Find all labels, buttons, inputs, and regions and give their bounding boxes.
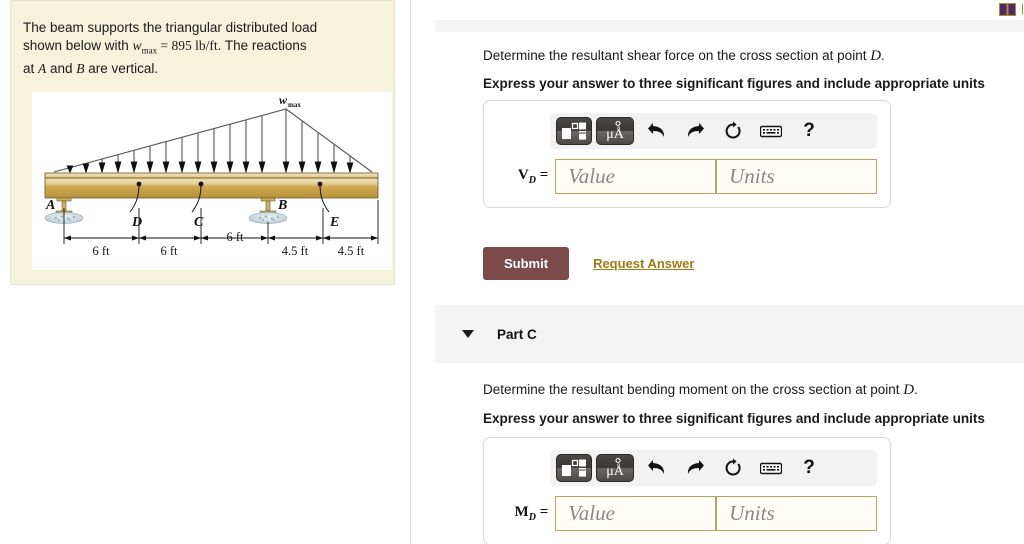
part-b-field-row: VD = Value Units bbox=[497, 159, 877, 194]
dimension-labels: 6 ft 6 ft 6 ft 4.5 ft 4.5 ft bbox=[92, 230, 364, 258]
part-b-answer-box: μÅ ? VD = Value Units bbox=[483, 100, 891, 208]
undo-glyph bbox=[648, 460, 665, 474]
problem-line-3-mid: and bbox=[46, 60, 77, 76]
part-c-label: Part C bbox=[497, 326, 537, 342]
part-b-field-label: VD = bbox=[517, 167, 549, 186]
part-b-request-answer-link[interactable]: Request Answer bbox=[593, 256, 694, 271]
svg-text:μÅ: μÅ bbox=[606, 126, 625, 142]
part-c-answer-box: μÅ ? MD = Value Units bbox=[483, 437, 891, 544]
problem-line-3-suffix: are vertical. bbox=[84, 60, 159, 76]
reset-circular-arrow-icon[interactable] bbox=[714, 117, 752, 145]
label-e: E bbox=[329, 215, 339, 230]
part-b-actions: Submit Request Answer bbox=[483, 247, 694, 280]
chevron-down-icon[interactable] bbox=[462, 330, 474, 338]
dim-label-4: 4.5 ft bbox=[338, 244, 365, 258]
equals-sign: = bbox=[157, 38, 172, 53]
keyboard-icon[interactable] bbox=[752, 454, 790, 482]
units-micro-angstrom-icon[interactable]: μÅ bbox=[596, 454, 634, 482]
keyboard-icon[interactable] bbox=[752, 117, 790, 145]
keyboard-glyph bbox=[760, 462, 782, 475]
problem-line-1: The beam supports the triangular distrib… bbox=[23, 20, 318, 35]
math-template-icon[interactable] bbox=[556, 117, 592, 145]
beam-diagram-svg: w max A B D C E 6 ft 6 ft 6 ft 4.5 ft 4.… bbox=[44, 93, 379, 258]
part-b-value-input[interactable]: Value bbox=[555, 159, 717, 194]
part-c-instruction: Express your answer to three significant… bbox=[483, 411, 985, 426]
part-c-prompt: Determine the resultant bending moment o… bbox=[483, 382, 918, 399]
topbar-controls: | bbox=[999, 2, 1024, 16]
math-template-icon[interactable] bbox=[556, 454, 592, 482]
dim-label-1: 6 ft bbox=[160, 244, 178, 258]
wmax-value: 895 lb/ft bbox=[171, 38, 218, 53]
beam-body bbox=[44, 172, 379, 199]
redo-glyph bbox=[687, 460, 704, 474]
help-icon[interactable]: ? bbox=[790, 454, 828, 482]
reset-glyph bbox=[725, 121, 741, 139]
part-c-toolbar: μÅ ? bbox=[550, 450, 877, 486]
problem-line-2-suffix: . The reactions bbox=[217, 38, 307, 53]
part-c-header[interactable]: Part C bbox=[435, 305, 1024, 363]
support-b: B bbox=[248, 197, 287, 224]
point-b-ref: B bbox=[76, 60, 85, 76]
help-icon[interactable]: ? bbox=[790, 117, 828, 145]
part-c-value-input[interactable]: Value bbox=[555, 496, 717, 531]
redo-arrow-icon[interactable] bbox=[676, 117, 714, 145]
part-b-prompt-var: D bbox=[870, 48, 882, 64]
part-c-prompt-text: Determine the resultant bending moment o… bbox=[483, 382, 904, 397]
template-glyph bbox=[562, 122, 586, 140]
book-icon[interactable] bbox=[999, 2, 1017, 16]
part-b-toolbar: μÅ ? bbox=[550, 113, 877, 149]
part-b-header[interactable] bbox=[435, 20, 1024, 32]
part-c-units-input[interactable]: Units bbox=[716, 496, 877, 531]
question-panel: | Determine the resultant shear force on… bbox=[411, 0, 1024, 544]
svg-text:w: w bbox=[279, 93, 288, 107]
dim-label-0: 6 ft bbox=[92, 244, 110, 258]
reset-circular-arrow-icon[interactable] bbox=[714, 454, 752, 482]
label-b: B bbox=[277, 198, 287, 213]
label-c: C bbox=[194, 215, 204, 230]
problem-line-3-prefix: at bbox=[23, 60, 39, 76]
undo-arrow-icon[interactable] bbox=[638, 454, 676, 482]
reset-glyph bbox=[725, 458, 741, 476]
units-glyph: μÅ bbox=[606, 457, 625, 479]
svg-text:max: max bbox=[288, 101, 301, 109]
distributed-load bbox=[53, 108, 373, 174]
part-b-prompt-end: . bbox=[881, 48, 885, 63]
part-c-field-row: MD = Value Units bbox=[497, 496, 877, 531]
part-b-units-input[interactable]: Units bbox=[716, 159, 877, 194]
units-micro-angstrom-icon[interactable]: μÅ bbox=[596, 117, 634, 145]
redo-arrow-icon[interactable] bbox=[676, 454, 714, 482]
part-b-prompt-text: Determine the resultant shear force on t… bbox=[483, 48, 871, 63]
dim-label-3: 4.5 ft bbox=[282, 244, 309, 258]
part-c-field-label: MD = bbox=[514, 504, 549, 523]
page-root: The beam supports the triangular distrib… bbox=[0, 0, 1024, 544]
undo-glyph bbox=[648, 123, 665, 137]
units-glyph: μÅ bbox=[606, 120, 625, 142]
problem-panel: The beam supports the triangular distrib… bbox=[10, 0, 395, 285]
part-b-prompt: Determine the resultant shear force on t… bbox=[483, 48, 885, 65]
problem-statement: The beam supports the triangular distrib… bbox=[23, 19, 383, 78]
part-b-instruction: Express your answer to three significant… bbox=[483, 76, 985, 91]
label-a: A bbox=[45, 198, 55, 213]
dim-label-2: 6 ft bbox=[226, 230, 244, 244]
svg-text:μÅ: μÅ bbox=[606, 463, 625, 479]
problem-line-2-prefix: shown below with bbox=[23, 38, 133, 53]
undo-arrow-icon[interactable] bbox=[638, 117, 676, 145]
load-label: w max bbox=[279, 93, 301, 109]
wmax-symbol: wmax bbox=[132, 38, 158, 56]
template-glyph bbox=[562, 459, 586, 477]
redo-glyph bbox=[687, 123, 704, 137]
label-d: D bbox=[131, 215, 142, 230]
keyboard-glyph bbox=[760, 125, 782, 138]
beam-diagram: w max A B D C E 6 ft 6 ft 6 ft 4.5 ft 4.… bbox=[32, 92, 392, 270]
part-c-prompt-end: . bbox=[914, 382, 918, 397]
part-c-prompt-var: D bbox=[903, 382, 915, 398]
part-b-submit-button[interactable]: Submit bbox=[483, 247, 570, 280]
